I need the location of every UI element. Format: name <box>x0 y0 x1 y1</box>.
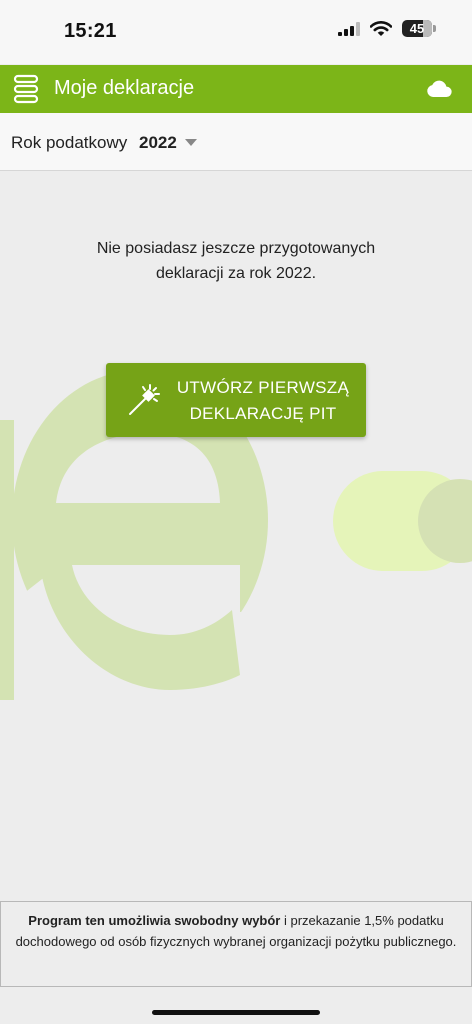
menu-icon[interactable] <box>12 74 40 104</box>
battery-level-text: 45 <box>409 21 425 36</box>
cloud-icon[interactable] <box>426 79 452 99</box>
app-header: Moje deklaracje <box>0 65 472 113</box>
magic-wand-icon <box>129 384 160 415</box>
create-button-label: UTWÓRZ PIERWSZĄ DEKLARACJĘ PIT <box>170 375 356 427</box>
wifi-icon <box>370 20 392 36</box>
footer-text: Program ten umożliwia swobodny wybór i p… <box>15 910 457 952</box>
create-button-line1: UTWÓRZ PIERWSZĄ <box>176 378 350 397</box>
battery-icon: 45 <box>402 20 436 37</box>
signal-icon <box>338 21 360 36</box>
page-title: Moje deklaracje <box>54 77 195 99</box>
status-icons: 45 <box>338 20 436 37</box>
chevron-down-icon[interactable] <box>185 139 197 146</box>
create-first-declaration-button[interactable]: UTWÓRZ PIERWSZĄ DEKLARACJĘ PIT <box>106 363 366 437</box>
footer-bold-text: Program ten umożliwia swobodny wybór <box>28 913 281 928</box>
home-indicator[interactable] <box>152 1010 320 1015</box>
empty-state-message: Nie posiadasz jeszcze przygotowanych dek… <box>96 240 376 282</box>
status-time: 15:21 <box>64 20 117 42</box>
tax-year-selector[interactable]: Rok podatkowy 2022 <box>0 113 472 171</box>
tax-year-label: Rok podatkowy <box>11 133 128 152</box>
tax-year-value[interactable]: 2022 <box>139 133 177 153</box>
footer-note: Program ten umożliwia swobodny wybór i p… <box>0 901 472 987</box>
create-button-line2: DEKLARACJĘ PIT <box>189 404 337 423</box>
status-bar: 15:21 45 <box>0 0 472 64</box>
